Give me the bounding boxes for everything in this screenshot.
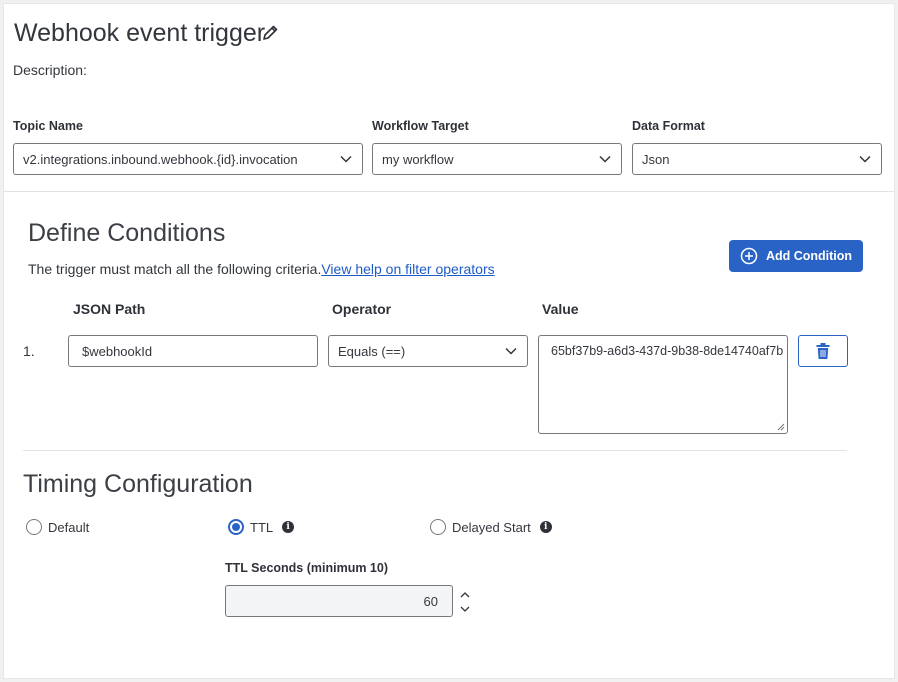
add-condition-label: Add Condition <box>765 249 853 263</box>
data-format-label: Data Format <box>632 119 705 133</box>
ttl-seconds-label: TTL Seconds (minimum 10) <box>225 561 388 575</box>
radio-ttl-label: TTL <box>250 519 274 535</box>
radio-button[interactable] <box>430 519 446 535</box>
operator-value: Equals (==) <box>338 343 406 359</box>
chevron-down-icon <box>599 155 611 163</box>
page-title: Webhook event trigger <box>14 19 266 47</box>
radio-delayed-start-label: Delayed Start <box>452 519 531 535</box>
info-icon[interactable]: i <box>282 521 295 533</box>
criteria-text: The trigger must match all the following… <box>28 261 495 277</box>
trigger-editor-panel: Webhook event trigger Description: Topic… <box>3 3 895 679</box>
topic-name-value: v2.integrations.inbound.webhook.{id}.inv… <box>23 151 298 167</box>
operator-column-header: Operator <box>332 301 392 317</box>
radio-default[interactable]: Default <box>26 519 89 535</box>
stepper-icon[interactable] <box>459 589 471 615</box>
trash-icon <box>816 343 830 359</box>
json-path-column-header: JSON Path <box>73 301 146 317</box>
resize-handle-icon[interactable] <box>777 423 785 431</box>
chevron-down-icon <box>859 155 871 163</box>
info-icon[interactable]: i <box>539 521 552 533</box>
condition-value: 65bf37b9-a6d3-437d-9b38-8de14740af7b <box>551 344 784 358</box>
radio-delayed-start[interactable]: Delayed Start i <box>430 519 552 535</box>
radio-button[interactable] <box>26 519 42 535</box>
ttl-seconds-value: 60 <box>423 593 438 609</box>
chevron-down-icon <box>340 155 352 163</box>
plus-circle-icon <box>740 247 758 265</box>
data-format-value: Json <box>642 151 670 167</box>
define-conditions-title: Define Conditions <box>28 219 226 247</box>
section-divider <box>23 450 847 451</box>
description-label: Description: <box>13 62 87 78</box>
delete-condition-button[interactable] <box>798 335 848 367</box>
topic-name-label: Topic Name <box>13 119 83 133</box>
workflow-target-select[interactable]: my workflow <box>372 143 622 175</box>
radio-button[interactable] <box>228 519 244 535</box>
workflow-target-value: my workflow <box>382 151 454 167</box>
filter-help-link[interactable]: View help on filter operators <box>321 261 494 277</box>
timing-configuration-title: Timing Configuration <box>23 470 253 498</box>
radio-ttl[interactable]: TTL i <box>228 519 295 535</box>
operator-select[interactable]: Equals (==) <box>328 335 528 367</box>
json-path-input[interactable]: $webhookId <box>68 335 318 367</box>
ttl-seconds-input[interactable]: 60 <box>225 585 453 617</box>
data-format-select[interactable]: Json <box>632 143 882 175</box>
value-column-header: Value <box>542 301 579 317</box>
condition-value-textarea[interactable]: 65bf37b9-a6d3-437d-9b38-8de14740af7b <box>538 335 788 434</box>
section-divider <box>4 191 894 192</box>
chevron-down-icon <box>505 347 517 355</box>
workflow-target-label: Workflow Target <box>372 119 469 133</box>
radio-default-label: Default <box>48 519 90 535</box>
criteria-description: The trigger must match all the following… <box>28 261 322 277</box>
pencil-icon[interactable] <box>261 24 279 42</box>
add-condition-button[interactable]: Add Condition <box>729 240 863 272</box>
json-path-value: $webhookId <box>82 343 153 359</box>
condition-row-index: 1. <box>23 343 35 359</box>
topic-name-select[interactable]: v2.integrations.inbound.webhook.{id}.inv… <box>13 143 363 175</box>
